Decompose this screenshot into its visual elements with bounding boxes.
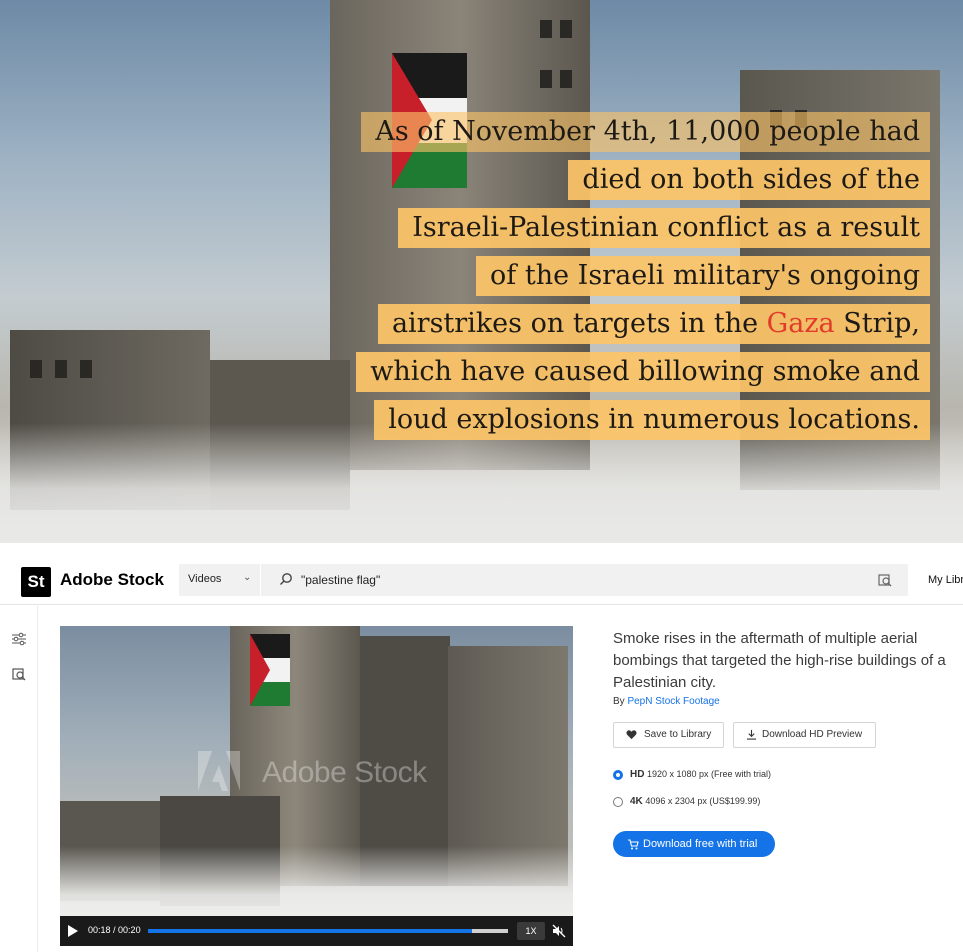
speed-button[interactable]: 1X [517, 922, 545, 940]
filters-icon[interactable] [11, 631, 27, 647]
search-input[interactable] [301, 571, 861, 589]
author-link[interactable]: PepN Stock Footage [627, 696, 719, 707]
radio-selected[interactable] [613, 770, 623, 780]
visual-search-icon[interactable] [11, 666, 27, 682]
content-type-select[interactable]: Videos ⌄ [179, 564, 261, 596]
download-preview-button[interactable]: Download HD Preview [733, 722, 876, 748]
asset-description: Smoke rises in the aftermath of multiple… [613, 630, 946, 691]
search-bar: Videos ⌄ [179, 564, 908, 596]
visual-search-icon[interactable] [877, 572, 893, 588]
caption-line: of the Israeli military's ongoing [476, 256, 930, 296]
cart-icon [628, 839, 639, 850]
author-prefix: By [613, 696, 628, 707]
caption-text: Strip, [834, 308, 920, 339]
caption-line: As of November 4th, 11,000 people had [361, 112, 930, 152]
caption-line: died on both sides of the [568, 160, 930, 200]
caption-line: loud explosions in numerous locations. [374, 400, 930, 440]
time-display: 00:18 / 00:20 [88, 925, 141, 935]
save-to-library-button[interactable]: Save to Library [613, 722, 724, 748]
app-logo[interactable]: St [21, 567, 51, 597]
search-icon [280, 573, 292, 585]
caption-text: airstrikes on targets in the [391, 308, 767, 339]
radio-unselected[interactable] [613, 797, 623, 807]
content-type-value: Videos [188, 573, 222, 585]
save-label: Save to Library [644, 729, 712, 740]
palestinian-flag [250, 634, 290, 706]
play-icon[interactable] [68, 925, 78, 937]
watermark: Adobe Stock [262, 756, 427, 789]
caption-overlay: As of November 4th, 11,000 people had di… [356, 112, 930, 449]
option-note: (Free with trial) [711, 769, 772, 779]
option-name: 4K [630, 796, 643, 807]
caption-line: which have caused billowing smoke and [356, 352, 930, 392]
caption-line: Israeli-Palestinian conflict as a result [398, 208, 930, 248]
caption-line-gaza: airstrikes on targets in the Gaza Strip, [377, 304, 930, 344]
option-note: (US$199.99) [709, 796, 761, 806]
asset-details: Smoke rises in the aftermath of multiple… [613, 628, 963, 857]
option-size: 1920 x 1080 px [646, 769, 709, 779]
time-total: 00:20 [118, 925, 141, 935]
heart-icon [626, 730, 637, 740]
option-name: HD [630, 769, 645, 780]
video-player[interactable]: Adobe Stock 00:18 / 00:20 1X [60, 626, 573, 946]
left-rail [0, 606, 38, 952]
hero-image: As of November 4th, 11,000 people had di… [0, 0, 963, 543]
smoke-fog [60, 846, 573, 916]
chevron-down-icon: ⌄ [243, 572, 252, 583]
author-line: By PepN Stock Footage [613, 696, 963, 707]
progress-fill [148, 929, 472, 933]
cta-label: Download free with trial [643, 838, 758, 850]
top-bar: St Adobe Stock Videos ⌄ My Libr [0, 553, 963, 605]
highlight-word: Gaza [766, 308, 835, 339]
my-library-link[interactable]: My Libr [928, 574, 963, 586]
player-controls: 00:18 / 00:20 1X [60, 916, 573, 946]
mute-icon[interactable] [552, 924, 566, 938]
option-size: 4096 x 2304 px [645, 796, 707, 806]
time-separator: / [110, 925, 119, 935]
download-free-button[interactable]: Download free with trial [613, 831, 775, 857]
brand-name[interactable]: Adobe Stock [60, 570, 164, 590]
progress-track[interactable] [148, 929, 508, 933]
time-current: 00:18 [88, 925, 111, 935]
download-icon [746, 729, 757, 740]
preview-label: Download HD Preview [762, 729, 863, 740]
adobe-logo-icon [198, 751, 240, 791]
